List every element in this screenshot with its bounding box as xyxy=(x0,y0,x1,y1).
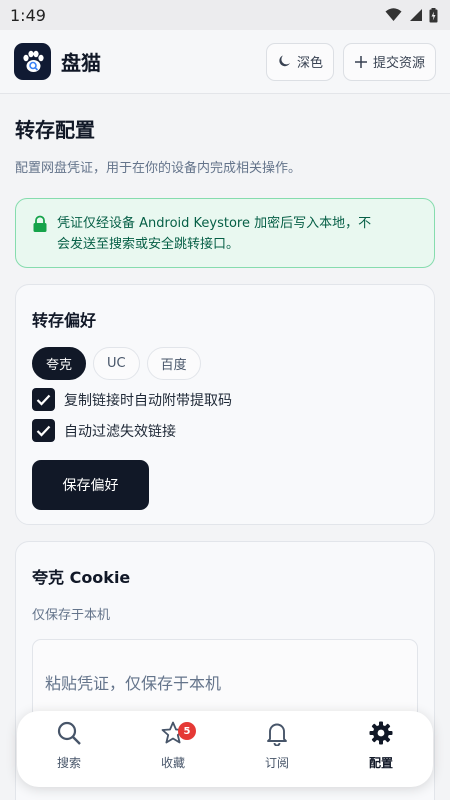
option-append-code[interactable]: 复制链接时自动附带提取码 xyxy=(32,388,418,411)
option-filter-invalid-label: 自动过滤失效链接 xyxy=(64,423,176,440)
status-bar: 1:49 xyxy=(0,0,450,30)
page-title: 转存配置 xyxy=(15,118,95,142)
nav-settings-label: 配置 xyxy=(368,756,393,770)
notice-text: 凭证仅经设备 Android Keystore 加密后写入本地，不 会发送至搜索… xyxy=(57,213,371,267)
theme-toggle-button[interactable]: 深色 xyxy=(265,42,334,81)
chip-baidu[interactable]: 百度 xyxy=(146,347,201,380)
drive-chips: 夸克 UC 百度 xyxy=(32,347,418,380)
notice-line-2: 会发送至搜索或安全跳转接口。 xyxy=(57,237,240,252)
cookie-subtitle: 仅保存于本机 xyxy=(32,608,111,623)
cookie-title: 夸克 Cookie xyxy=(32,568,131,587)
theme-toggle-label: 深色 xyxy=(296,56,323,71)
app-logo xyxy=(14,43,51,80)
lock-icon xyxy=(33,215,47,232)
submit-resource-label: 提交资源 xyxy=(372,56,425,71)
signal-icon xyxy=(410,9,422,21)
submit-resource-button[interactable]: 提交资源 xyxy=(342,42,436,81)
nav-favorites-label: 收藏 xyxy=(160,756,185,770)
wifi-icon xyxy=(385,8,402,21)
gear-icon xyxy=(369,721,393,745)
favorites-badge: 5 xyxy=(178,722,196,740)
nav-search[interactable]: 搜索 xyxy=(17,711,121,787)
check-icon xyxy=(36,425,51,437)
status-time: 1:49 xyxy=(10,5,46,25)
app-header: 盘猫 深色 提交资源 xyxy=(0,30,450,94)
nav-settings[interactable]: 配置 xyxy=(329,711,433,787)
nav-search-label: 搜索 xyxy=(56,756,81,770)
preferences-title: 转存偏好 xyxy=(32,311,97,330)
bell-icon xyxy=(267,723,287,746)
paw-icon xyxy=(22,50,44,72)
security-notice: 凭证仅经设备 Android Keystore 加密后写入本地，不 会发送至搜索… xyxy=(15,198,435,268)
check-icon xyxy=(36,394,51,406)
status-icons xyxy=(385,7,438,23)
battery-icon xyxy=(429,7,438,22)
nav-favorites[interactable]: 5 收藏 xyxy=(121,711,225,787)
chip-quark[interactable]: 夸克 xyxy=(32,347,87,380)
main-content: 转存配置 配置网盘凭证，用于在你的设备内完成相关操作。 凭证仅经设备 Andro… xyxy=(0,114,450,800)
checkbox-filter-invalid[interactable] xyxy=(32,419,55,442)
app-title: 盘猫 xyxy=(61,51,101,75)
bottom-nav: 搜索 5 收藏 订阅 配置 xyxy=(17,711,433,787)
nav-subscriptions[interactable]: 订阅 xyxy=(225,711,329,787)
chip-uc[interactable]: UC xyxy=(93,347,140,380)
option-append-code-label: 复制链接时自动附带提取码 xyxy=(64,392,232,409)
preferences-card: 转存偏好 夸克 UC 百度 复制链接时自动附带提取码 自动过滤失效链接 保存偏好 xyxy=(15,284,435,525)
search-icon xyxy=(57,721,81,745)
checkbox-append-code[interactable] xyxy=(32,388,55,411)
nav-subscriptions-label: 订阅 xyxy=(264,756,289,770)
save-preferences-button[interactable]: 保存偏好 xyxy=(32,460,149,510)
moon-icon xyxy=(279,55,290,67)
notice-line-1: 凭证仅经设备 Android Keystore 加密后写入本地，不 xyxy=(57,216,372,231)
page-subtitle: 配置网盘凭证，用于在你的设备内完成相关操作。 xyxy=(15,161,302,176)
plus-icon xyxy=(354,55,367,68)
option-filter-invalid[interactable]: 自动过滤失效链接 xyxy=(32,419,418,442)
